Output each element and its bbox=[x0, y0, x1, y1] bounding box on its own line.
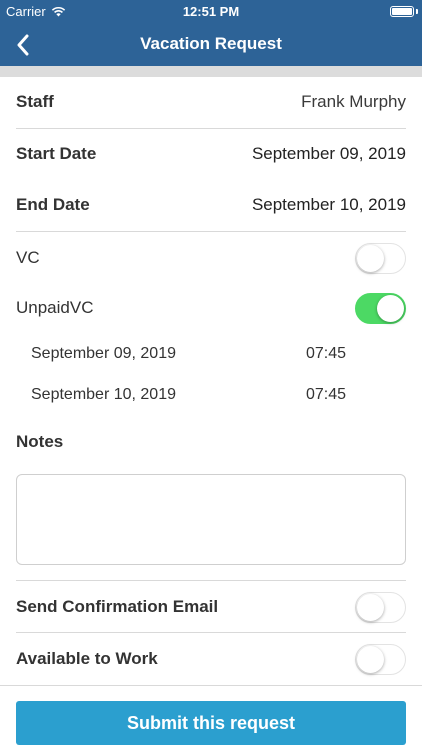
battery-tip bbox=[416, 9, 418, 14]
staff-value: Frank Murphy bbox=[301, 92, 406, 111]
divider bbox=[0, 685, 422, 686]
available-label: Available to Work bbox=[16, 649, 158, 668]
notes-label: Notes bbox=[16, 432, 64, 451]
entry-time[interactable]: 07:45 bbox=[306, 345, 346, 363]
staff-label: Staff bbox=[16, 92, 54, 111]
battery-icon bbox=[390, 6, 414, 17]
end-date-label: End Date bbox=[16, 195, 90, 214]
navigation-bar: Vacation Request bbox=[0, 24, 422, 66]
unpaid-vc-label: UnpaidVC bbox=[16, 298, 94, 317]
entry-date: September 09, 2019 bbox=[31, 345, 176, 362]
submit-button[interactable]: Submit this request bbox=[16, 701, 406, 745]
divider bbox=[16, 580, 406, 581]
start-date-label: Start Date bbox=[16, 144, 97, 163]
page-title: Vacation Request bbox=[140, 34, 282, 53]
available-toggle[interactable] bbox=[355, 643, 406, 675]
available-row: Available to Work bbox=[16, 643, 406, 675]
divider bbox=[16, 128, 406, 129]
vacation-entry-row: September 10, 2019 07:45 bbox=[31, 386, 346, 406]
status-bar: Carrier 12:51 PM bbox=[0, 0, 422, 24]
staff-row: Staff Frank Murphy bbox=[16, 88, 406, 116]
start-date-row[interactable]: Start Date September 09, 2019 bbox=[16, 140, 406, 168]
vc-label: VC bbox=[16, 248, 40, 267]
toggle-knob bbox=[357, 645, 384, 673]
toggle-knob bbox=[357, 593, 384, 621]
vc-toggle[interactable] bbox=[355, 242, 406, 274]
send-email-toggle[interactable] bbox=[355, 591, 406, 623]
start-date-value[interactable]: September 09, 2019 bbox=[252, 144, 406, 164]
send-email-label: Send Confirmation Email bbox=[16, 597, 219, 616]
vc-row: VC bbox=[16, 242, 406, 274]
toggle-knob bbox=[377, 294, 404, 322]
divider bbox=[16, 231, 406, 232]
vacation-entry-row: September 09, 2019 07:45 bbox=[31, 345, 346, 365]
send-email-row: Send Confirmation Email bbox=[16, 591, 406, 623]
unpaid-vc-toggle[interactable] bbox=[355, 292, 406, 324]
end-date-row[interactable]: End Date September 10, 2019 bbox=[16, 191, 406, 219]
entry-date: September 10, 2019 bbox=[31, 386, 176, 403]
status-time: 12:51 PM bbox=[182, 4, 240, 19]
entry-time[interactable]: 07:45 bbox=[306, 386, 346, 404]
end-date-value[interactable]: September 10, 2019 bbox=[252, 195, 406, 215]
divider bbox=[16, 632, 406, 633]
unpaid-vc-row: UnpaidVC bbox=[16, 292, 406, 324]
toggle-knob bbox=[357, 244, 384, 272]
header-separator bbox=[0, 66, 422, 77]
notes-input[interactable] bbox=[16, 474, 406, 565]
